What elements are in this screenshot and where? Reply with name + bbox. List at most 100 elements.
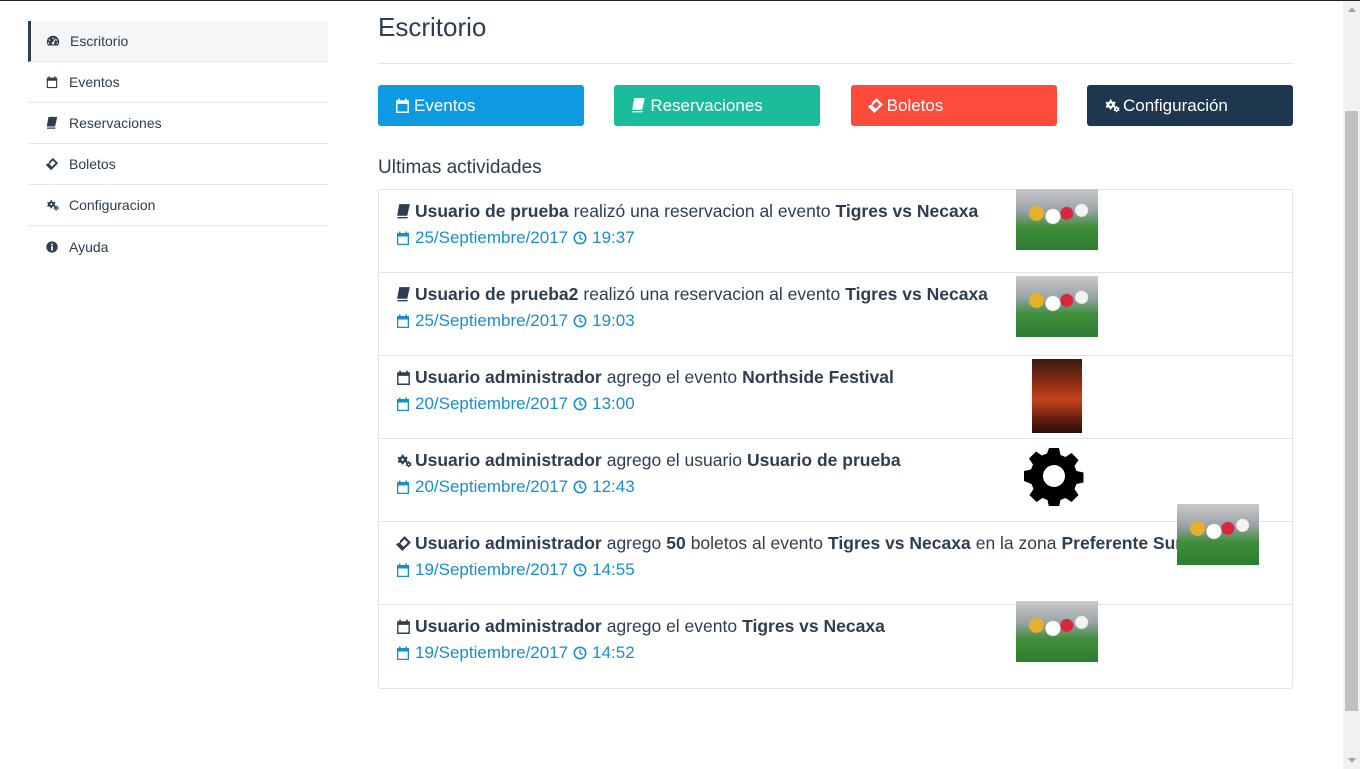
calendar-icon [395, 479, 415, 495]
activity-text-part: Tigres vs Necaxa [835, 201, 979, 221]
activity-item: Usuario administrador agrego el usuario Us… [379, 439, 1292, 522]
ticket-icon [44, 156, 60, 172]
activity-item: Usuario administrador agrego 50 boletos al … [379, 504, 1292, 605]
clock-icon [572, 562, 592, 578]
activity-text-part: agrego [606, 533, 662, 553]
activity-timestamp: 20/Septiembre/2017 12:43 [395, 477, 1292, 497]
book-icon [395, 203, 412, 220]
book-icon [44, 115, 60, 131]
book-icon [395, 286, 412, 303]
activity-timestamp: 25/Septiembre/2017 19:37 [395, 228, 1292, 248]
activity-date: 20/Septiembre/2017 [415, 394, 569, 413]
calendar-icon [395, 396, 415, 412]
calendar-icon [395, 562, 415, 578]
activity-text-part: realizó una reservacion al evento [583, 284, 841, 304]
reservaciones-button[interactable]: Reservaciones [614, 85, 821, 126]
activity-time: 12:43 [592, 477, 635, 496]
scroll-up-arrow[interactable] [1343, 1, 1360, 18]
calendar-icon [395, 313, 415, 329]
activity-item: Usuario de prueba2 realizó una reservacio… [379, 273, 1292, 356]
sidebar-item-label: Reservaciones [69, 115, 162, 131]
clock-icon [572, 479, 592, 495]
sidebar-item-label: Eventos [69, 74, 120, 90]
calendar-icon [396, 98, 409, 113]
activity-text-part: boletos al evento [690, 533, 824, 553]
activity-text-part: Usuario administrador [415, 533, 602, 553]
activity-time: 13:00 [592, 394, 635, 413]
event-photo-thumbnail[interactable] [1016, 601, 1098, 662]
sidebar-item-eventos[interactable]: Eventos [28, 62, 328, 103]
eventos-button-label: Eventos [414, 95, 476, 115]
activity-text-part: 50 [666, 533, 686, 553]
activity-timestamp: 19/Septiembre/2017 14:55 [395, 560, 1292, 580]
activity-item: Usuario de prueba realizó una reservacion… [379, 189, 1292, 273]
gear-icon [1024, 446, 1084, 507]
info-icon [44, 239, 60, 255]
event-photo-thumbnail[interactable] [1177, 504, 1259, 565]
activity-text: Usuario administrador agrego el evento Nor… [395, 367, 1292, 388]
activity-time: 19:03 [592, 311, 635, 330]
boletos-button[interactable]: Boletos [850, 85, 1057, 126]
activity-item: Usuario administrador agrego el evento Nor… [379, 356, 1292, 439]
activity-timestamp: 25/Septiembre/2017 19:03 [395, 311, 1292, 331]
activity-text-part: Usuario administrador [415, 616, 602, 636]
activity-text: Usuario administrador agrego el evento Tig… [395, 616, 1292, 637]
activity-text-part: agrego el usuario [606, 450, 742, 470]
activity-text-part: Usuario administrador [415, 450, 602, 470]
activity-date: 20/Septiembre/2017 [415, 477, 569, 496]
sidebar-item-ayuda[interactable]: Ayuda [28, 226, 328, 267]
activity-list: Usuario de prueba realizó una reservacion… [378, 189, 1293, 689]
eventos-button[interactable]: Eventos [378, 85, 584, 126]
clock-icon [572, 396, 592, 412]
scroll-thumb[interactable] [1345, 111, 1358, 711]
section-title: Ultimas actividades [378, 157, 542, 178]
sidebar-item-label: Configuracion [69, 197, 156, 213]
activity-text-part: en la zona [975, 533, 1057, 553]
gears-icon [44, 197, 60, 213]
ticket-icon [867, 98, 883, 113]
activity-text-part: Usuario de prueba [746, 450, 901, 470]
event-photo-thumbnail[interactable] [1016, 189, 1098, 250]
configuracion-button-label: Configuración [1122, 95, 1228, 115]
activity-text-part: Northside Festival [742, 367, 894, 387]
sidebar-item-escritorio[interactable]: Escritorio [28, 21, 328, 62]
festival-poster-image[interactable] [1032, 359, 1082, 433]
quick-actions: Eventos Reservaciones Boletos Configurac… [378, 85, 1293, 126]
activity-text: Usuario de prueba realizó una reservacion… [395, 201, 1292, 222]
activity-timestamp: 20/Septiembre/2017 13:00 [395, 394, 1292, 414]
activity-text-part: Usuario de prueba2 [415, 284, 579, 304]
activity-time: 14:55 [592, 560, 635, 579]
activity-text: Usuario administrador agrego el usuario Us… [395, 450, 1292, 471]
sidebar-item-configuracion[interactable]: Configuracion [28, 185, 328, 226]
page-title: Escritorio [378, 12, 487, 42]
activity-text-part: Usuario de prueba [415, 201, 569, 221]
calendar-icon [44, 74, 60, 90]
clock-icon [572, 313, 592, 329]
activity-text-part: Preferente Sur [1061, 533, 1183, 553]
gears-icon [1105, 99, 1120, 113]
activity-text-part: Tigres vs Necaxa [828, 533, 971, 553]
activity-text-part: Usuario administrador [415, 367, 602, 387]
sidebar-item-boletos[interactable]: Boletos [28, 144, 328, 185]
scrollbar[interactable] [1343, 1, 1360, 769]
configuracion-button[interactable]: Configuración [1086, 85, 1293, 126]
main-content: Escritorio Eventos Reservaciones Boletos… [378, 1, 1293, 689]
activity-timestamp: 19/Septiembre/2017 14:52 [395, 643, 1292, 663]
activity-text: Usuario de prueba2 realizó una reservacio… [395, 284, 1292, 305]
calendar-icon [395, 230, 415, 246]
clock-icon [572, 230, 592, 246]
activity-time: 14:52 [592, 643, 635, 662]
activity-text-part: realizó una reservacion al evento [573, 201, 831, 221]
activity-text-part: Tigres vs Necaxa [742, 616, 885, 636]
activity-date: 25/Septiembre/2017 [415, 228, 569, 247]
event-photo-thumbnail[interactable] [1016, 276, 1098, 337]
activity-text: Usuario administrador agrego 50 boletos al … [395, 533, 1292, 554]
scroll-down-arrow[interactable] [1343, 752, 1360, 769]
sidebar-item-reservaciones[interactable]: Reservaciones [28, 103, 328, 144]
activity-text-part: agrego el evento [606, 616, 738, 636]
activity-date: 25/Septiembre/2017 [415, 311, 569, 330]
activity-date: 19/Septiembre/2017 [415, 560, 569, 579]
dashboard-icon [45, 33, 61, 49]
ticket-icon [395, 535, 412, 552]
sidebar: Escritorio Eventos Reservaciones Boletos… [28, 21, 328, 267]
